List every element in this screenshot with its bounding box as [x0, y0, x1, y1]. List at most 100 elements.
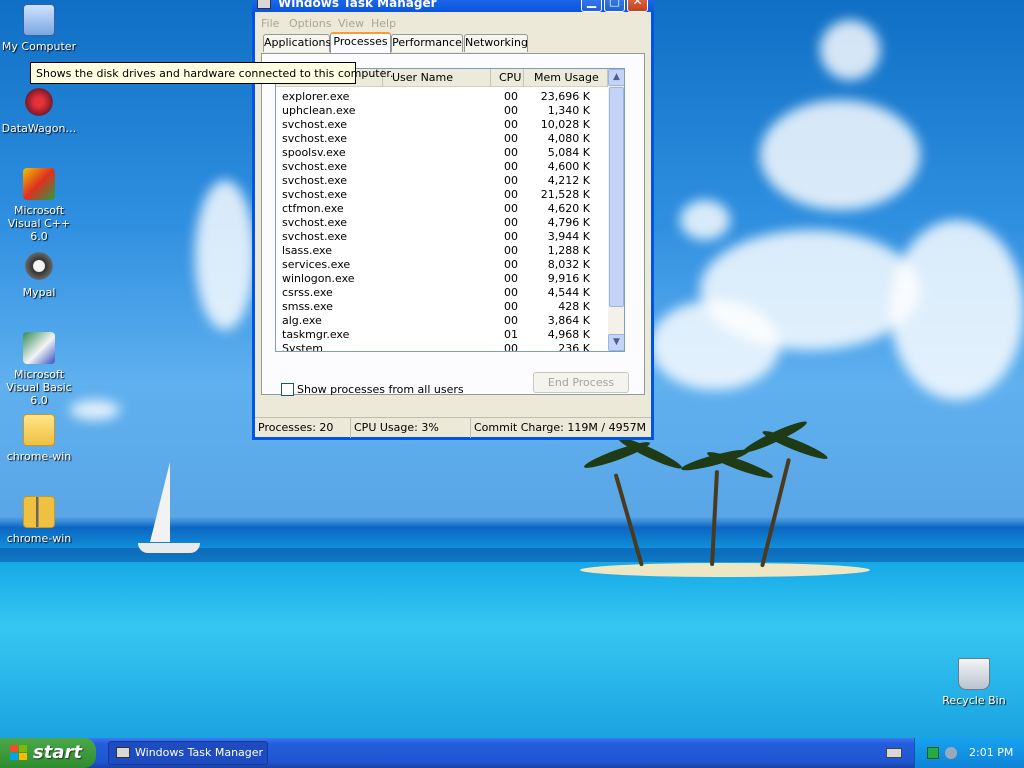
process-list[interactable]: Image Name User Name CPU Mem Usage explo…	[275, 68, 625, 352]
process-mem: 4,620 K	[547, 202, 590, 215]
tab-applications[interactable]: Applications	[263, 34, 331, 52]
process-name: System	[282, 342, 324, 352]
table-row[interactable]: svchost.exe 00 10,028 K	[276, 118, 608, 132]
network-icon[interactable]	[945, 747, 957, 759]
table-row[interactable]: smss.exe 00 428 K	[276, 300, 608, 314]
datawagon-icon	[23, 86, 55, 118]
cpu-meter-icon[interactable]	[927, 747, 939, 759]
process-cpu: 00	[504, 244, 518, 257]
desktop-icon-chrome-win-folder[interactable]: chrome-win	[0, 414, 79, 463]
table-row[interactable]: winlogon.exe 00 9,916 K	[276, 272, 608, 286]
process-cpu: 00	[504, 146, 518, 159]
process-mem: 3,944 K	[547, 230, 590, 243]
minimize-button[interactable]: ▁	[581, 0, 602, 12]
table-row[interactable]: svchost.exe 00 4,212 K	[276, 174, 608, 188]
taskbar-button-task-manager[interactable]: Windows Task Manager	[108, 741, 268, 765]
table-row[interactable]: taskmgr.exe 01 4,968 K	[276, 328, 608, 342]
column-mem-usage[interactable]: Mem Usage	[524, 69, 608, 87]
process-cpu: 00	[504, 202, 518, 215]
table-row[interactable]: explorer.exe 00 23,696 K	[276, 90, 608, 104]
process-cpu: 00	[504, 272, 518, 285]
vertical-scrollbar[interactable]: ▲ ▼	[608, 69, 624, 351]
recycle-bin-icon	[958, 658, 990, 690]
column-cpu[interactable]: CPU	[491, 69, 524, 87]
task-manager-icon	[257, 0, 271, 9]
close-button[interactable]: ✕	[627, 0, 648, 12]
table-row[interactable]: svchost.exe 00 4,600 K	[276, 160, 608, 174]
table-row[interactable]: uphclean.exe 00 1,340 K	[276, 104, 608, 118]
table-row[interactable]: System 00 236 K	[276, 342, 608, 352]
clock[interactable]: 2:01 PM	[969, 746, 1013, 759]
cloud	[890, 220, 1024, 400]
process-mem: 4,080 K	[547, 132, 590, 145]
process-mem: 428 K	[558, 300, 590, 313]
taskbar: start Windows Task Manager 2:01 PM	[0, 738, 1024, 768]
menu-options[interactable]: Options	[289, 17, 331, 30]
process-cpu: 00	[504, 258, 518, 271]
table-row[interactable]: ctfmon.exe 00 4,620 K	[276, 202, 608, 216]
task-manager-icon	[116, 747, 130, 758]
table-row[interactable]: lsass.exe 00 1,288 K	[276, 244, 608, 258]
process-name: services.exe	[282, 258, 351, 271]
scroll-down-button[interactable]: ▼	[608, 334, 624, 351]
process-cpu: 00	[504, 188, 518, 201]
table-row[interactable]: svchost.exe 00 21,528 K	[276, 188, 608, 202]
show-all-users-checkbox[interactable]	[281, 383, 294, 396]
keyboard-icon[interactable]	[886, 748, 902, 758]
tab-networking[interactable]: Networking	[464, 34, 528, 52]
tab-processes[interactable]: Processes	[330, 32, 391, 53]
process-mem: 4,600 K	[547, 160, 590, 173]
desktop-icon-datawagon[interactable]: DataWagon…	[0, 86, 79, 135]
cloud	[650, 300, 780, 390]
tab-performance[interactable]: Performance	[391, 34, 463, 52]
title-bar[interactable]: Windows Task Manager ▁ □ ✕	[252, 0, 654, 12]
process-name: uphclean.exe	[282, 104, 356, 117]
desktop-icon-visual-basic[interactable]: Microsoft Visual Basic 6.0	[0, 332, 79, 407]
process-cpu: 00	[504, 342, 518, 352]
cloud	[820, 20, 880, 80]
table-row[interactable]: csrss.exe 00 4,544 K	[276, 286, 608, 300]
start-button[interactable]: start	[0, 738, 96, 768]
menu-file[interactable]: File	[261, 17, 279, 30]
folder-icon	[23, 414, 55, 446]
desktop-icon-visual-cpp[interactable]: Microsoft Visual C++ 6.0	[0, 168, 79, 243]
menu-help[interactable]: Help	[371, 17, 396, 30]
status-processes: Processes: 20	[255, 418, 351, 438]
process-name: winlogon.exe	[282, 272, 355, 285]
menu-view[interactable]: View	[338, 17, 364, 30]
process-name: svchost.exe	[282, 216, 348, 229]
process-mem: 8,032 K	[547, 258, 590, 271]
scroll-thumb[interactable]	[609, 87, 624, 307]
table-row[interactable]: svchost.exe 00 4,080 K	[276, 132, 608, 146]
scroll-up-button[interactable]: ▲	[608, 69, 624, 86]
process-cpu: 00	[504, 160, 518, 173]
process-cpu: 00	[504, 300, 518, 313]
process-mem: 9,916 K	[547, 272, 590, 285]
zip-folder-icon	[23, 496, 55, 528]
status-commit-charge: Commit Charge: 119M / 4957M	[474, 421, 647, 434]
end-process-button[interactable]: End Process	[533, 372, 629, 393]
desktop-icon-recycle-bin[interactable]: Recycle Bin	[934, 658, 1014, 707]
process-mem: 23,696 K	[540, 90, 590, 103]
table-row[interactable]: alg.exe 00 3,864 K	[276, 314, 608, 328]
table-row[interactable]: svchost.exe 00 3,944 K	[276, 230, 608, 244]
process-name: csrss.exe	[282, 286, 333, 299]
window-title: Windows Task Manager	[278, 0, 437, 10]
process-name: svchost.exe	[282, 230, 348, 243]
maximize-button[interactable]: □	[604, 0, 625, 12]
status-cpu-usage: CPU Usage: 3%	[351, 418, 471, 438]
desktop-icon-my-computer[interactable]: My Computer	[0, 4, 79, 53]
table-row[interactable]: services.exe 00 8,032 K	[276, 258, 608, 272]
desktop-icon-mypal[interactable]: Mypal	[0, 250, 79, 299]
process-mem: 4,968 K	[547, 328, 590, 341]
process-mem: 4,212 K	[547, 174, 590, 187]
process-name: svchost.exe	[282, 132, 348, 145]
visual-basic-icon	[23, 332, 55, 364]
process-mem: 236 K	[558, 342, 590, 352]
table-row[interactable]: svchost.exe 00 4,796 K	[276, 216, 608, 230]
process-cpu: 00	[504, 216, 518, 229]
desktop-icon-chrome-win-zip[interactable]: chrome-win	[0, 496, 79, 545]
table-row[interactable]: spoolsv.exe 00 5,084 K	[276, 146, 608, 160]
process-name: spoolsv.exe	[282, 146, 346, 159]
column-user-name[interactable]: User Name	[383, 69, 491, 87]
